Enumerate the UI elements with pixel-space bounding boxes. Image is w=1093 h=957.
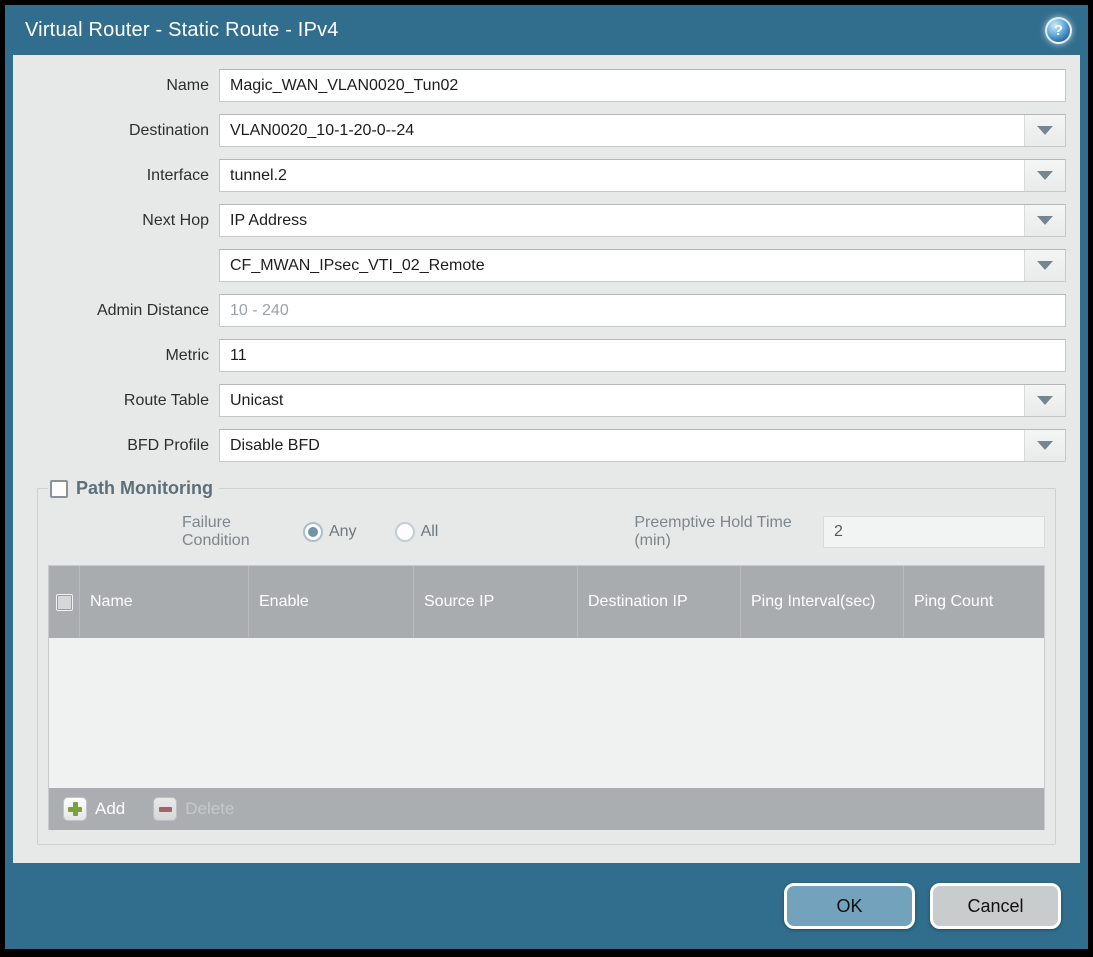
- next-hop-address-input[interactable]: [219, 249, 1066, 282]
- delete-button: Delete: [153, 797, 234, 821]
- cancel-button[interactable]: Cancel: [930, 883, 1061, 929]
- admin-distance-row: Admin Distance: [27, 294, 1066, 327]
- interface-label: Interface: [27, 167, 219, 185]
- name-label: Name: [27, 77, 219, 95]
- route-table-field: [219, 384, 1066, 417]
- preemptive-hold-time-input[interactable]: [823, 516, 1045, 548]
- chevron-down-icon: [1037, 396, 1053, 405]
- interface-dropdown-button[interactable]: [1024, 160, 1065, 191]
- screen-background: Virtual Router - Static Route - IPv4 ? N…: [0, 0, 1093, 957]
- column-header-ping-interval[interactable]: Ping Interval(sec): [740, 566, 903, 638]
- destination-field: [219, 114, 1066, 147]
- bfd-profile-row: BFD Profile: [27, 429, 1066, 462]
- add-button-label: Add: [95, 799, 125, 819]
- radio-any-label: Any: [329, 523, 357, 541]
- table-body-empty: [49, 638, 1044, 788]
- path-monitoring-section: Path Monitoring Failure Condition Any Al…: [37, 478, 1056, 845]
- dialog-footer: OK Cancel: [5, 863, 1088, 949]
- failure-condition-row: Failure Condition Any All Preemptive Hol…: [48, 515, 1045, 549]
- radio-all-label: All: [421, 523, 439, 541]
- route-table-input[interactable]: [219, 384, 1066, 417]
- next-hop-type-dropdown-button[interactable]: [1024, 205, 1065, 236]
- delete-button-label: Delete: [185, 799, 234, 819]
- failure-condition-label: Failure Condition: [182, 514, 291, 550]
- next-hop-type-input[interactable]: [219, 204, 1066, 237]
- column-header-destination-ip[interactable]: Destination IP: [577, 566, 740, 638]
- next-hop-label: Next Hop: [27, 212, 219, 230]
- path-monitoring-table: Name Enable Source IP Destination IP Pin…: [48, 565, 1045, 830]
- dialog-content: Name Destination Interface: [13, 55, 1080, 863]
- admin-distance-input[interactable]: [219, 294, 1066, 327]
- select-all-checkbox[interactable]: [56, 594, 73, 611]
- interface-input[interactable]: [219, 159, 1066, 192]
- path-monitoring-checkbox[interactable]: [50, 480, 68, 498]
- radio-any[interactable]: [303, 522, 323, 542]
- dialog-title: Virtual Router - Static Route - IPv4: [25, 19, 339, 42]
- destination-label: Destination: [27, 122, 219, 140]
- next-hop-address-field: [219, 249, 1066, 282]
- name-row: Name: [27, 69, 1066, 102]
- interface-field: [219, 159, 1066, 192]
- bfd-profile-dropdown-button[interactable]: [1024, 430, 1065, 461]
- minus-icon: [153, 797, 177, 821]
- bfd-profile-label: BFD Profile: [27, 437, 219, 455]
- ok-button[interactable]: OK: [784, 883, 915, 929]
- name-input[interactable]: [219, 69, 1066, 102]
- metric-field: [219, 339, 1066, 372]
- preemptive-hold-time-label: Preemptive Hold Time (min): [634, 514, 813, 550]
- column-header-source-ip[interactable]: Source IP: [413, 566, 577, 638]
- bfd-profile-field: [219, 429, 1066, 462]
- static-route-dialog: Virtual Router - Static Route - IPv4 ? N…: [5, 5, 1088, 949]
- chevron-down-icon: [1037, 171, 1053, 180]
- metric-label: Metric: [27, 347, 219, 365]
- table-header-checkbox-cell: [49, 566, 79, 638]
- bfd-profile-input[interactable]: [219, 429, 1066, 462]
- column-header-enable[interactable]: Enable: [248, 566, 413, 638]
- add-button[interactable]: Add: [63, 797, 125, 821]
- path-monitoring-title: Path Monitoring: [76, 478, 213, 499]
- route-table-dropdown-button[interactable]: [1024, 385, 1065, 416]
- next-hop-type-field: [219, 204, 1066, 237]
- route-table-label: Route Table: [27, 392, 219, 410]
- next-hop-type-row: Next Hop: [27, 204, 1066, 237]
- plus-icon: [63, 797, 87, 821]
- dialog-titlebar: Virtual Router - Static Route - IPv4 ?: [5, 5, 1088, 55]
- failure-condition-any-option: Any: [303, 522, 383, 542]
- path-monitoring-legend: Path Monitoring: [48, 478, 219, 499]
- chevron-down-icon: [1037, 261, 1053, 270]
- next-hop-address-row: [27, 249, 1066, 282]
- chevron-down-icon: [1037, 126, 1053, 135]
- chevron-down-icon: [1037, 441, 1053, 450]
- help-icon[interactable]: ?: [1045, 17, 1072, 44]
- admin-distance-field: [219, 294, 1066, 327]
- route-table-row: Route Table: [27, 384, 1066, 417]
- metric-input[interactable]: [219, 339, 1066, 372]
- radio-all[interactable]: [395, 522, 415, 542]
- chevron-down-icon: [1037, 216, 1053, 225]
- destination-dropdown-button[interactable]: [1024, 115, 1065, 146]
- column-header-name[interactable]: Name: [79, 566, 248, 638]
- failure-condition-all-option: All: [395, 522, 465, 542]
- next-hop-address-dropdown-button[interactable]: [1024, 250, 1065, 281]
- admin-distance-label: Admin Distance: [27, 302, 219, 320]
- metric-row: Metric: [27, 339, 1066, 372]
- destination-input[interactable]: [219, 114, 1066, 147]
- interface-row: Interface: [27, 159, 1066, 192]
- table-header-row: Name Enable Source IP Destination IP Pin…: [49, 566, 1044, 638]
- column-header-ping-count[interactable]: Ping Count: [903, 566, 1044, 638]
- destination-row: Destination: [27, 114, 1066, 147]
- table-toolbar: Add Delete: [49, 788, 1044, 830]
- name-field: [219, 69, 1066, 102]
